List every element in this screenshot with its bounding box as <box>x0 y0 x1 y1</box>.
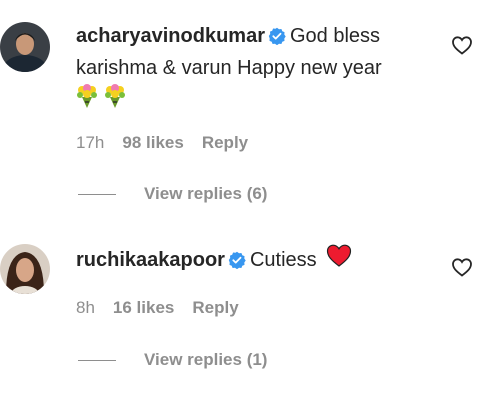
comment-text-line1: Cutiess <box>249 248 317 271</box>
red-heart-icon <box>326 244 352 277</box>
verified-badge-icon <box>268 25 286 54</box>
comment-text-line1: God bless <box>289 25 381 47</box>
view-replies-button[interactable]: View replies (6) <box>78 184 267 204</box>
username[interactable]: acharyavinodkumar <box>76 25 265 47</box>
view-replies-label: View replies (6) <box>144 184 268 203</box>
likes-count[interactable]: 16 likes <box>113 298 174 317</box>
timestamp: 8h <box>76 298 95 317</box>
bouquet-icon <box>104 83 126 118</box>
avatar[interactable] <box>0 244 50 294</box>
avatar[interactable] <box>0 22 50 72</box>
timestamp: 17h <box>76 133 105 152</box>
like-heart-icon[interactable] <box>452 36 472 60</box>
bouquet-icon <box>76 83 98 118</box>
comment-text-line2: karishma & varun Happy new year <box>76 57 382 79</box>
view-replies-label: View replies (1) <box>144 350 268 369</box>
username[interactable]: ruchikaakapoor <box>76 249 225 271</box>
comment-item: ruchikaakapoor Cutiess 8h 16 likes Reply Vi… <box>0 230 480 405</box>
reply-button[interactable]: Reply <box>192 298 238 317</box>
likes-count[interactable]: 98 likes <box>122 133 183 152</box>
like-heart-icon[interactable] <box>452 258 472 282</box>
emoji-row <box>76 83 436 115</box>
view-replies-button[interactable]: View replies (1) <box>78 350 267 370</box>
comment-meta: 17h 98 likes Reply <box>76 133 266 153</box>
replies-divider <box>78 194 116 196</box>
comment-meta: 8h 16 likes Reply <box>76 298 257 318</box>
reply-button[interactable]: Reply <box>202 133 248 152</box>
replies-divider <box>78 360 116 362</box>
comment-item: acharyavinodkumar God bless karishma & va… <box>0 0 480 203</box>
comment-text: acharyavinodkumar God bless karishma & va… <box>76 22 436 115</box>
comment-text: ruchikaakapoor Cutiess <box>76 244 436 278</box>
verified-badge-icon <box>228 249 246 278</box>
